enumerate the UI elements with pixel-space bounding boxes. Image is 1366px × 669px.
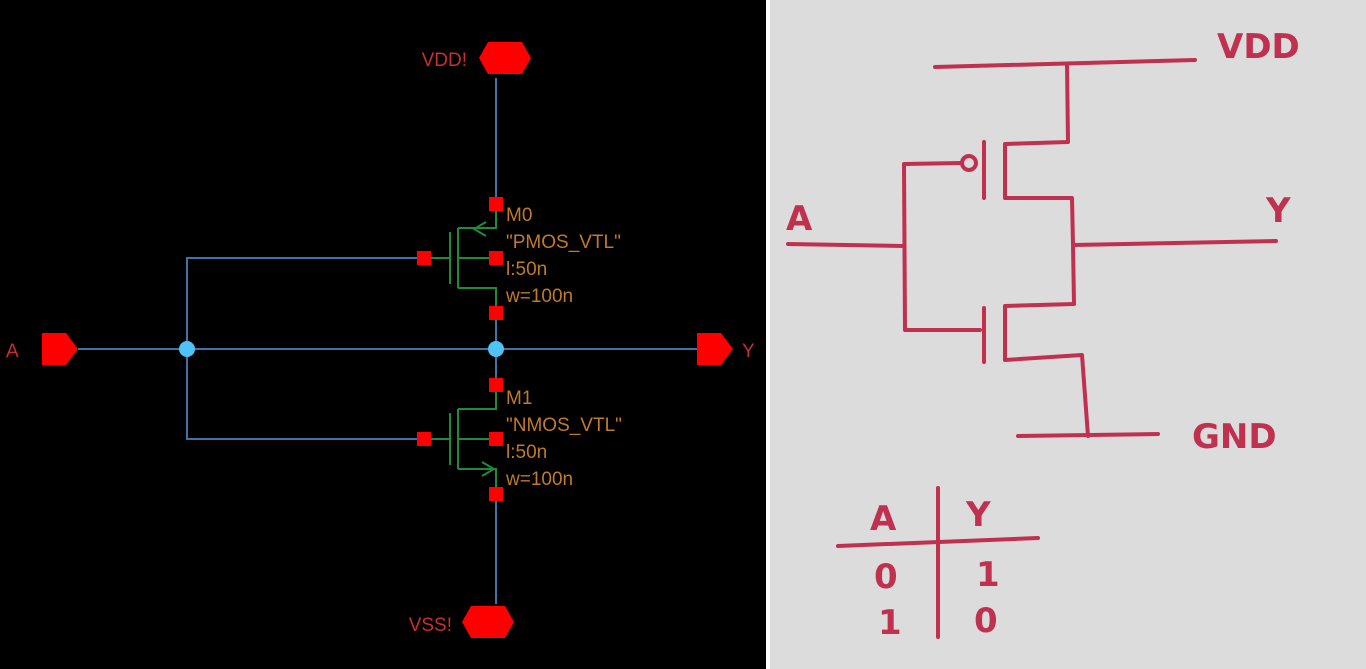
vss-pin-label: VSS! <box>409 615 452 636</box>
nmos-gate-terminal <box>417 432 431 446</box>
truth-table-row2-a: 1 <box>878 603 902 643</box>
vdd-rail <box>933 58 1197 69</box>
pmos-bulk-terminal <box>489 251 503 265</box>
pmos-model: "PMOS_VTL" <box>506 232 621 253</box>
nmos-width: w=100n <box>505 469 573 490</box>
pmos-gate-wire <box>186 257 424 349</box>
sketch-panel: VDD GND A Y A Y 0 1 1 0 <box>770 0 1366 669</box>
sketch-input-label: A <box>786 199 813 239</box>
nmos-transistor <box>430 385 497 494</box>
truth-table-header-y: Y <box>965 495 991 535</box>
nmos-length: l:50n <box>506 442 547 463</box>
pmos-bubble-sketch <box>960 154 978 172</box>
vdd-pin-label: VDD! <box>422 50 467 71</box>
truth-table-row1-y: 1 <box>976 555 1000 595</box>
sketch-vdd-label: VDD <box>1217 27 1300 67</box>
pmos-gate-terminal <box>417 251 431 265</box>
pmos-transistor <box>430 204 497 313</box>
nmos-channel-sketch <box>1003 243 1090 438</box>
nmos-source-terminal <box>489 487 503 501</box>
input-line-sketch <box>786 242 906 248</box>
nmos-gate-wire <box>186 349 424 440</box>
sketch-output-label: Y <box>1265 191 1291 231</box>
nmos-model: "NMOS_VTL" <box>506 415 622 436</box>
sketch-gnd-label: GND <box>1192 417 1277 457</box>
gate-tie-sketch <box>902 161 982 332</box>
output-line-sketch <box>1071 239 1278 247</box>
vss-pin <box>462 606 514 638</box>
pmos-channel-sketch <box>1003 62 1075 247</box>
nmos-instance-name: M1 <box>506 388 532 409</box>
input-pin <box>42 333 78 365</box>
nmos-bulk-terminal <box>489 432 503 446</box>
input-pin-label: A <box>6 341 19 362</box>
truth-table-header-a: A <box>870 499 897 539</box>
schematic-canvas: VDD! VSS! A Y M0 "PMOS_VTL" l:50n w=100n… <box>6 42 755 638</box>
sketch-canvas: VDD GND A Y A Y 0 1 1 0 <box>786 27 1300 643</box>
vdd-pin <box>479 42 531 74</box>
output-pin-label: Y <box>742 341 755 362</box>
pmos-source-terminal <box>489 197 503 211</box>
output-pin <box>697 333 733 365</box>
nmos-drain-terminal <box>489 378 503 392</box>
pmos-width: w=100n <box>505 286 573 307</box>
pmos-length: l:50n <box>506 259 547 280</box>
truth-table-row2-y: 0 <box>974 601 998 641</box>
pmos-instance-name: M0 <box>506 205 532 226</box>
pmos-drain-terminal <box>489 306 503 320</box>
truth-table-row1-a: 0 <box>874 557 898 597</box>
stage: VDD! VSS! A Y M0 "PMOS_VTL" l:50n w=100n… <box>0 0 1366 669</box>
output-junction <box>488 341 504 357</box>
schematic-panel: VDD! VSS! A Y M0 "PMOS_VTL" l:50n w=100n… <box>0 0 766 669</box>
input-junction <box>179 341 195 357</box>
